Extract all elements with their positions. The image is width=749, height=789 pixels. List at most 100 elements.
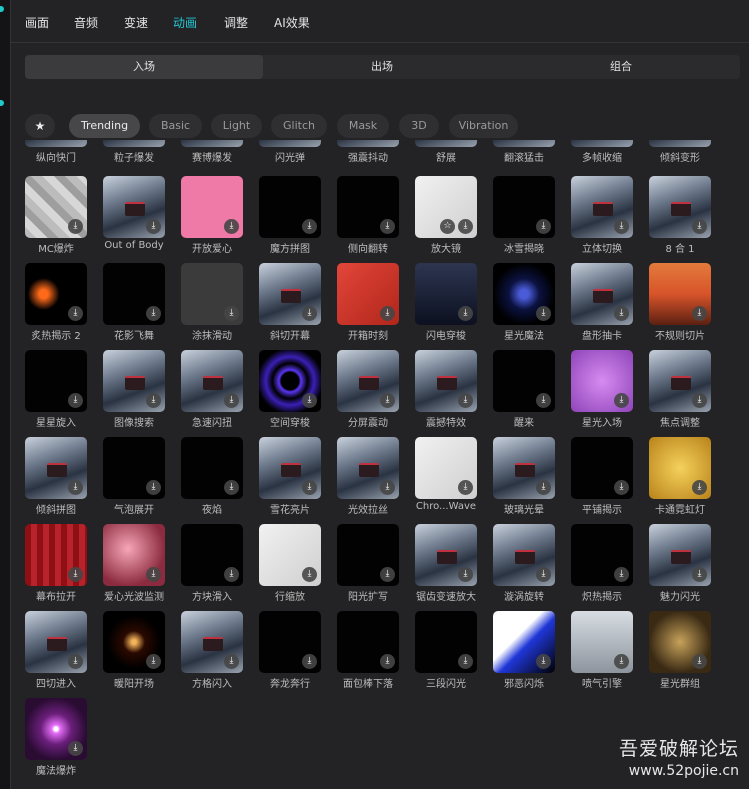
download-icon[interactable]: ⤓ <box>146 306 161 321</box>
download-icon[interactable]: ⤓ <box>614 567 629 582</box>
download-icon[interactable]: ⤓ <box>380 567 395 582</box>
download-icon[interactable]: ⤓ <box>224 219 239 234</box>
download-icon[interactable]: ⤓ <box>536 393 551 408</box>
sub-tab-combo[interactable]: 组合 <box>502 55 740 79</box>
tab-audio[interactable]: 音频 <box>74 14 98 31</box>
tab-ai-effects[interactable]: AI效果 <box>274 14 310 31</box>
download-icon[interactable]: ⤓ <box>692 219 707 234</box>
tab-adjust[interactable]: 调整 <box>224 14 248 31</box>
download-icon[interactable]: ⤓ <box>224 306 239 321</box>
effect-label: 图像搜索 <box>114 418 154 429</box>
effect-label: 空间穿梭 <box>270 418 310 429</box>
download-icon[interactable]: ⤓ <box>68 393 83 408</box>
tab-speed[interactable]: 变速 <box>124 14 148 31</box>
effect-label: 闪光弹 <box>275 153 305 164</box>
effect-label: 卡通霓虹灯 <box>655 505 705 516</box>
chip-basic[interactable]: Basic <box>149 114 202 138</box>
favorites-chip[interactable]: ★ <box>25 114 55 138</box>
effect-thumbnail: ⤓ <box>571 176 633 238</box>
download-icon[interactable]: ⤓ <box>146 480 161 495</box>
download-icon[interactable]: ⤓ <box>614 654 629 669</box>
effect-thumbnail: ⤓ <box>259 437 321 499</box>
download-icon[interactable]: ⤓ <box>692 393 707 408</box>
download-icon[interactable]: ⤓ <box>614 219 629 234</box>
download-icon[interactable]: ⤓ <box>536 306 551 321</box>
effect-thumbnail: ⤓ <box>259 176 321 238</box>
chip-mask[interactable]: Mask <box>337 114 389 138</box>
effect-label: 锯齿变速放大 <box>416 592 476 603</box>
effect-thumbnail: ⤓ <box>259 524 321 586</box>
indicator-dot <box>0 100 4 106</box>
chip-vibration[interactable]: Vibration <box>449 114 518 138</box>
scrollbar[interactable] <box>740 140 746 789</box>
download-icon[interactable]: ⤓ <box>458 654 473 669</box>
sub-tab-in[interactable]: 入场 <box>25 55 263 79</box>
download-icon[interactable]: ⤓ <box>692 654 707 669</box>
download-icon[interactable]: ⤓ <box>458 480 473 495</box>
sub-tab-out[interactable]: 出场 <box>263 55 501 79</box>
download-icon[interactable]: ⤓ <box>458 219 473 234</box>
download-icon[interactable]: ⤓ <box>146 567 161 582</box>
favorite-icon[interactable]: ☆ <box>440 219 455 234</box>
download-icon[interactable]: ⤓ <box>458 306 473 321</box>
download-icon[interactable]: ⤓ <box>692 567 707 582</box>
download-icon[interactable]: ⤓ <box>536 480 551 495</box>
chip-light[interactable]: Light <box>211 114 262 138</box>
download-icon[interactable]: ⤓ <box>380 654 395 669</box>
download-icon[interactable]: ⤓ <box>302 306 317 321</box>
download-icon[interactable]: ⤓ <box>380 480 395 495</box>
effect-label: 冰雪揭晓 <box>504 244 544 255</box>
download-icon[interactable]: ⤓ <box>692 480 707 495</box>
download-icon[interactable]: ⤓ <box>380 219 395 234</box>
effect-label: 方格闪入 <box>192 679 232 690</box>
watermark-title: 吾爱破解论坛 <box>618 738 739 760</box>
download-icon[interactable]: ⤓ <box>458 567 473 582</box>
download-icon[interactable]: ⤓ <box>302 480 317 495</box>
tab-animation[interactable]: 动画 <box>173 14 197 31</box>
download-icon[interactable]: ⤓ <box>458 393 473 408</box>
download-icon[interactable]: ⤓ <box>224 480 239 495</box>
effect-thumbnail: ⤓ <box>259 263 321 325</box>
download-icon[interactable]: ⤓ <box>224 654 239 669</box>
download-icon[interactable]: ⤓ <box>68 654 83 669</box>
effect-thumbnail: ⤓ <box>337 263 399 325</box>
tab-picture[interactable]: 画面 <box>25 14 49 31</box>
download-icon[interactable]: ⤓ <box>68 219 83 234</box>
download-icon[interactable]: ⤓ <box>536 654 551 669</box>
download-icon[interactable]: ⤓ <box>68 480 83 495</box>
download-icon[interactable]: ⤓ <box>380 306 395 321</box>
download-icon[interactable]: ⤓ <box>68 306 83 321</box>
download-icon[interactable]: ⤓ <box>302 654 317 669</box>
effect-label: 放大镜 <box>431 244 461 255</box>
download-icon[interactable]: ⤓ <box>68 567 83 582</box>
download-icon[interactable]: ⤓ <box>224 567 239 582</box>
download-icon[interactable]: ⤓ <box>614 393 629 408</box>
download-icon[interactable]: ⤓ <box>224 393 239 408</box>
chip-trending[interactable]: Trending <box>69 114 140 138</box>
effect-label: 星光群组 <box>660 679 700 690</box>
effect-thumbnail <box>259 140 321 147</box>
download-icon[interactable]: ⤓ <box>380 393 395 408</box>
download-icon[interactable]: ⤓ <box>302 393 317 408</box>
chip-glitch[interactable]: Glitch <box>271 114 327 138</box>
download-icon[interactable]: ⤓ <box>302 567 317 582</box>
download-icon[interactable]: ⤓ <box>68 741 83 756</box>
effect-label: 阳光扩写 <box>348 592 388 603</box>
download-icon[interactable]: ⤓ <box>302 219 317 234</box>
effect-label: 奔龙奔行 <box>270 679 310 690</box>
watermark-url: www.52pojie.cn <box>628 763 739 779</box>
download-icon[interactable]: ⤓ <box>146 654 161 669</box>
chip-3d[interactable]: 3D <box>399 114 439 138</box>
download-icon[interactable]: ⤓ <box>692 306 707 321</box>
download-icon[interactable]: ⤓ <box>614 480 629 495</box>
effect-label: 邪恶闪烁 <box>504 679 544 690</box>
effect-thumbnail: ⤓ <box>337 437 399 499</box>
effect-label: 斜切开幕 <box>270 331 310 342</box>
download-icon[interactable]: ⤓ <box>614 306 629 321</box>
download-icon[interactable]: ⤓ <box>536 219 551 234</box>
effect-label: 光效拉丝 <box>348 505 388 516</box>
download-icon[interactable]: ⤓ <box>146 219 161 234</box>
effect-thumbnail: ⤓ <box>103 611 165 673</box>
download-icon[interactable]: ⤓ <box>146 393 161 408</box>
download-icon[interactable]: ⤓ <box>536 567 551 582</box>
